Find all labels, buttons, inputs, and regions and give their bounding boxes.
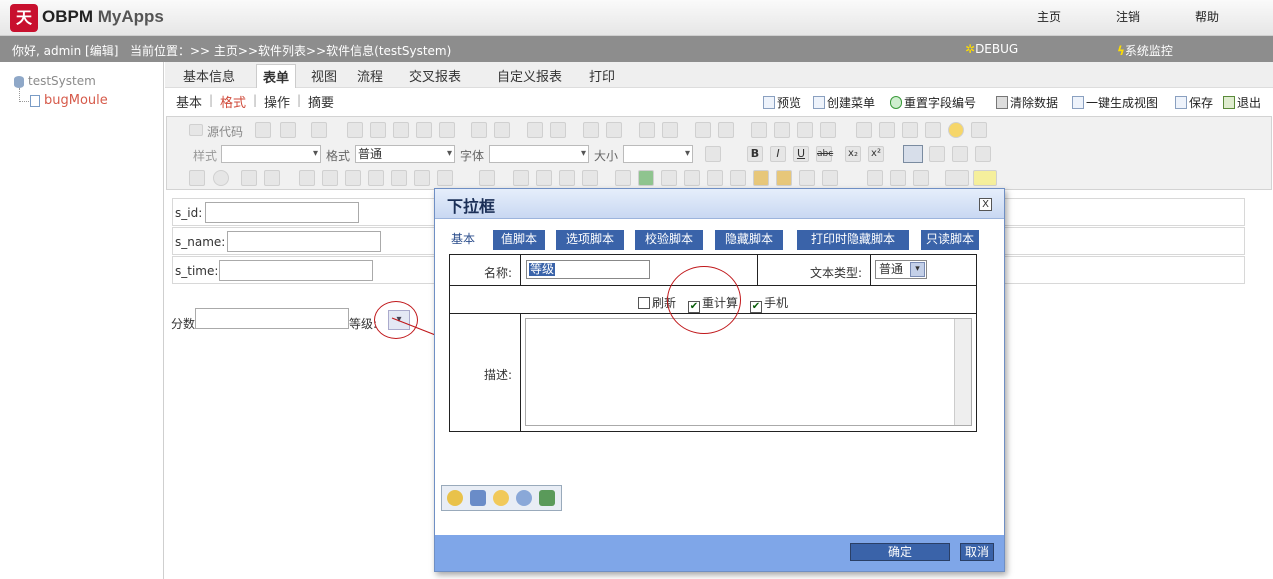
text-type-label: 文本类型:	[810, 266, 863, 280]
name-label: 名称:	[484, 266, 513, 280]
dlg-tab-option-script[interactable]: 选项脚本	[556, 230, 624, 250]
dlg-tab-value-script[interactable]: 值脚本	[493, 230, 545, 250]
ok-button[interactable]: 确定	[850, 543, 950, 561]
dialog-title: 下拉框	[447, 197, 496, 216]
text-type-value: 普通	[879, 262, 904, 276]
annotation-circle	[667, 266, 741, 334]
dlg-tab-validate-script[interactable]: 校验脚本	[635, 230, 703, 250]
search-icon[interactable]	[516, 490, 532, 506]
table-line	[520, 313, 521, 431]
table-line	[870, 255, 871, 285]
dlg-tab-hide-script[interactable]: 隐藏脚本	[715, 230, 783, 250]
help-icon[interactable]	[447, 490, 463, 506]
mobile-label: 手机	[764, 296, 789, 310]
dlg-tab-readonly-script[interactable]: 只读脚本	[921, 230, 979, 250]
dialog-titlebar[interactable]: 下拉框 X	[435, 189, 1004, 219]
cancel-button[interactable]: 取消	[960, 543, 994, 561]
name-input[interactable]: 等级	[526, 260, 650, 279]
name-value: 等级	[529, 262, 556, 276]
settings-icon[interactable]	[539, 490, 555, 506]
user-icon[interactable]	[493, 490, 509, 506]
chevron-down-icon: ▾	[910, 262, 925, 277]
dialog-footer: 确定 取消	[435, 535, 1004, 571]
scrollbar[interactable]	[954, 319, 971, 425]
dropdown-dialog: 下拉框 X 基本 值脚本 选项脚本 校验脚本 隐藏脚本 打印时隐藏脚本 只读脚本…	[434, 188, 1005, 572]
checkbox-checked-icon: ✔	[750, 301, 762, 313]
table-line	[757, 255, 758, 285]
table-line	[520, 255, 521, 285]
dlg-tab-print-hide-script[interactable]: 打印时隐藏脚本	[797, 230, 909, 250]
desc-textarea[interactable]	[525, 318, 972, 426]
dialog-icon-bar	[441, 485, 562, 511]
dlg-tab-basic[interactable]: 基本	[447, 230, 479, 250]
close-icon[interactable]: X	[979, 198, 992, 211]
text-type-select[interactable]: 普通 ▾	[875, 260, 927, 279]
desc-label: 描述:	[484, 368, 513, 382]
mobile-checkbox[interactable]: ✔ 手机	[750, 294, 788, 313]
save-icon[interactable]	[470, 490, 486, 506]
checkbox-unchecked-icon	[638, 297, 650, 309]
